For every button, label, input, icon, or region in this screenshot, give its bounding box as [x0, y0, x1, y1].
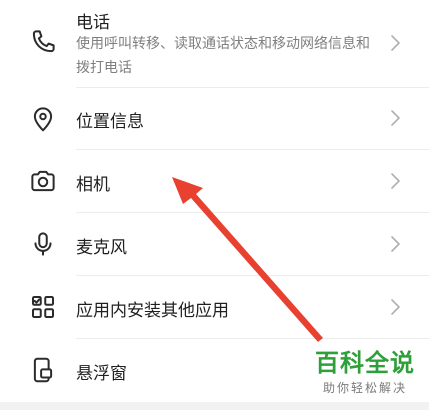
microphone-icon [28, 229, 58, 259]
chevron-right-icon [388, 234, 402, 254]
phone-icon [28, 27, 58, 57]
permission-row-camera[interactable]: 相机 [0, 150, 429, 213]
chevron-right-icon [388, 33, 402, 53]
permission-title: 麦克风 [76, 238, 127, 258]
permission-title: 悬浮窗 [76, 364, 127, 384]
permission-row-location[interactable]: 位置信息 [0, 88, 429, 150]
chevron-right-icon [388, 171, 402, 191]
permission-description: 使用呼叫转移、读取通话状态和移动网络信息和拨打电话 [76, 36, 370, 76]
permission-row-install-apps[interactable]: 应用内安装其他应用 [0, 276, 429, 339]
permission-row-phone[interactable]: 电话 使用呼叫转移、读取通话状态和移动网络信息和拨打电话 [0, 0, 429, 88]
chevron-right-icon [388, 108, 402, 128]
camera-icon [28, 166, 58, 196]
permission-title: 应用内安装其他应用 [76, 301, 229, 321]
watermark-subtitle: 助你轻松解决 [322, 381, 407, 395]
apps-grid-icon [28, 292, 58, 322]
permission-row-microphone[interactable]: 麦克风 [0, 213, 429, 276]
watermark-title: 百科全说 [315, 349, 415, 377]
floating-window-icon [28, 355, 58, 385]
watermark: 百科全说 助你轻松解决 [315, 349, 415, 396]
permission-title: 位置信息 [76, 112, 144, 132]
bottom-divider-band [0, 402, 429, 410]
permission-title: 相机 [76, 175, 110, 195]
chevron-right-icon [388, 297, 402, 317]
location-pin-icon [28, 104, 58, 134]
permission-title: 电话 [76, 13, 110, 33]
